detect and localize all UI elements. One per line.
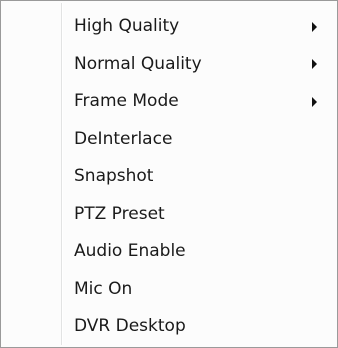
menu-item-label: Normal Quality bbox=[74, 53, 202, 74]
menu-item-mic-on[interactable]: Mic On bbox=[1, 271, 337, 309]
menu-item-label: Frame Mode bbox=[74, 91, 179, 111]
menu-item-deinterlace[interactable]: DeInterlace bbox=[1, 121, 337, 159]
menu-item-label: High Quality bbox=[74, 16, 180, 36]
submenu-arrow-icon bbox=[312, 59, 317, 70]
menu-item-label: DeInterlace bbox=[74, 128, 173, 149]
menu-item-snapshot[interactable]: Snapshot bbox=[1, 158, 337, 196]
menu-item-label: Snapshot bbox=[74, 166, 154, 186]
submenu-arrow-icon bbox=[312, 96, 317, 107]
menu-item-frame-mode[interactable]: Frame Mode bbox=[1, 83, 337, 121]
menu-item-normal-quality[interactable]: Normal Quality bbox=[1, 46, 337, 84]
menu-item-label: Audio Enable bbox=[74, 241, 186, 261]
menu-item-audio-enable[interactable]: Audio Enable bbox=[1, 233, 337, 271]
menu-item-list: High Quality Normal Quality Frame Mode D… bbox=[1, 8, 337, 346]
menu-item-label: Mic On bbox=[74, 278, 133, 299]
menu-item-dvr-desktop[interactable]: DVR Desktop bbox=[1, 308, 337, 346]
menu-item-label: PTZ Preset bbox=[74, 203, 165, 224]
menu-item-high-quality[interactable]: High Quality bbox=[1, 8, 337, 46]
menu-item-ptz-preset[interactable]: PTZ Preset bbox=[1, 196, 337, 234]
menu-item-label: DVR Desktop bbox=[74, 316, 186, 336]
context-menu: High Quality Normal Quality Frame Mode D… bbox=[0, 0, 338, 348]
submenu-arrow-icon bbox=[312, 21, 317, 32]
